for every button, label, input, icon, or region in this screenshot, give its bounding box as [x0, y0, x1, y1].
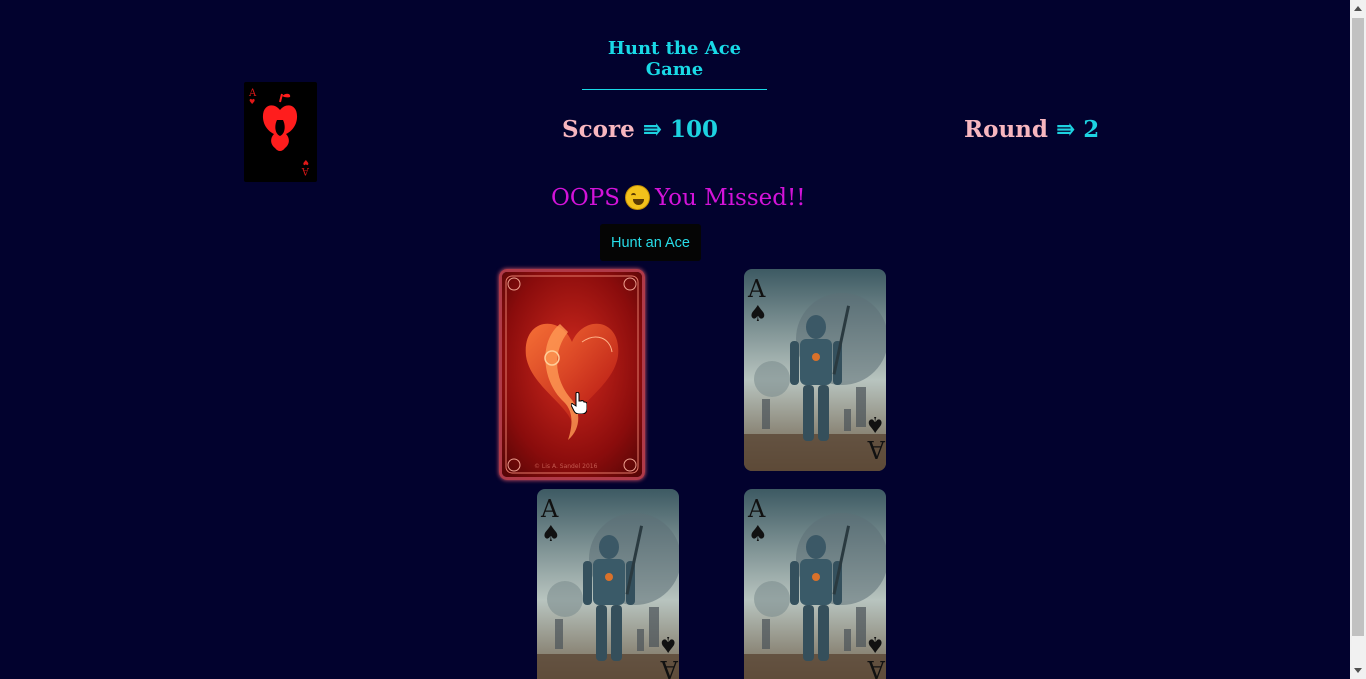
score-arrow-icon: ⇛: [642, 116, 663, 143]
rolling-laughing-emoji-icon: [624, 185, 650, 210]
robot-ace-of-spades-icon: A ♠ A ♠: [744, 269, 886, 471]
apple-heart-icon: A ♥ A ♥: [248, 88, 310, 176]
svg-text:♠: ♠: [541, 522, 561, 547]
round-display: Round ⇛ 2: [964, 116, 1099, 143]
score-value: 100: [670, 116, 719, 143]
message-missed: You Missed!!: [654, 185, 806, 211]
svg-text:♠: ♠: [748, 302, 768, 327]
robot-ace-of-spades-icon: A ♠ A ♠: [537, 489, 679, 679]
svg-text:© Lis A. Sandel 2016: © Lis A. Sandel 2016: [534, 463, 598, 470]
scroll-down-arrow-icon[interactable]: [1354, 668, 1362, 673]
heart-card-back-icon: © Lis A. Sandel 2016: [502, 272, 642, 477]
result-message: OOPS You Missed!!: [551, 185, 805, 211]
round-value: 2: [1083, 116, 1100, 143]
card-1[interactable]: © Lis A. Sandel 2016: [499, 269, 645, 480]
svg-text:♠: ♠: [748, 522, 768, 547]
score-display: Score ⇛ 100: [562, 116, 718, 143]
logo-ace-card: A ♥ A ♥: [244, 82, 317, 182]
page-title: Hunt the Ace Game: [582, 38, 767, 90]
svg-text:♠: ♠: [658, 631, 678, 656]
hand-cursor-icon: [571, 392, 587, 414]
svg-text:♠: ♠: [865, 631, 885, 656]
svg-text:A: A: [867, 435, 886, 463]
card-2[interactable]: A ♠ A ♠: [744, 269, 886, 471]
svg-text:A: A: [660, 655, 679, 679]
game-page: Hunt the Ace Game A ♥ A ♥ Score ⇛ 100 Ro…: [0, 0, 1350, 679]
svg-text:♥: ♥: [249, 98, 255, 106]
svg-text:A: A: [867, 655, 886, 679]
svg-text:A: A: [747, 495, 766, 523]
scroll-up-arrow-icon[interactable]: [1354, 6, 1362, 11]
card-3[interactable]: A ♠ A ♠: [537, 489, 679, 679]
round-arrow-icon: ⇛: [1056, 116, 1076, 143]
card-4[interactable]: A ♠ A ♠: [744, 489, 886, 679]
hunt-ace-button[interactable]: Hunt an Ace: [600, 224, 701, 261]
robot-ace-of-spades-icon: A ♠ A ♠: [744, 489, 886, 679]
svg-text:A: A: [540, 495, 559, 523]
message-oops: OOPS: [551, 185, 620, 211]
svg-text:♥: ♥: [303, 158, 309, 166]
score-label: Score: [562, 116, 635, 143]
svg-text:A: A: [747, 275, 766, 303]
svg-text:♠: ♠: [865, 411, 885, 436]
round-label: Round: [964, 116, 1048, 143]
scrollbar-thumb[interactable]: [1352, 18, 1364, 636]
